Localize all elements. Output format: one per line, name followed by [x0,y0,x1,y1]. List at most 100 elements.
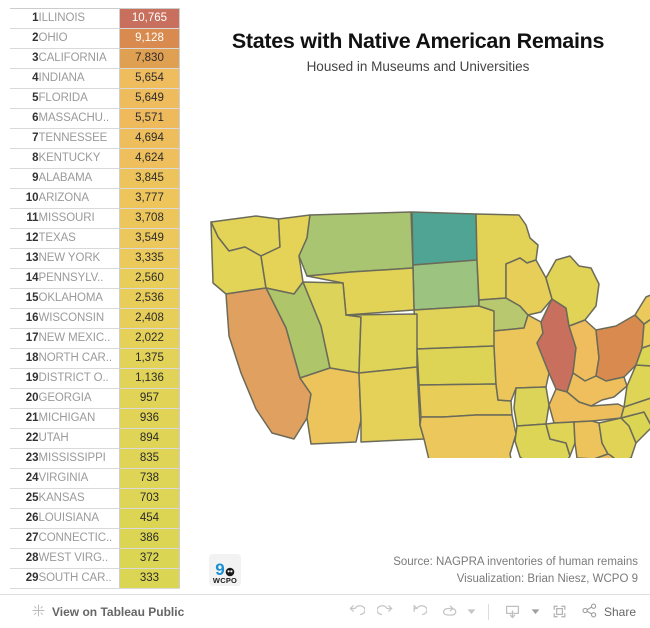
row-state-name: VIRGINIA [38,468,120,489]
table-row[interactable]: 4 INDIANA 5,654 [10,68,181,89]
table-row[interactable]: 11 MISSOURI 3,708 [10,208,181,229]
row-value: 936 [118,408,181,429]
row-state-name: PENNSYLV.. [38,268,120,289]
refresh-dropdown-caret-icon[interactable] [464,598,480,626]
table-row[interactable]: 27 CONNECTIC.. 386 [10,528,181,549]
table-row[interactable]: 14 PENNSYLV.. 2,560 [10,268,181,289]
row-value: 957 [118,388,181,409]
map-state-az[interactable] [299,367,362,445]
row-state-name: WEST VIRG.. [38,548,120,569]
us-map-svg[interactable] [196,208,650,458]
row-state-name: OKLAHOMA [38,288,120,309]
table-row[interactable]: 9 ALABAMA 3,845 [10,168,181,189]
tableau-logo-icon [31,603,46,621]
row-state-name: TEXAS [38,228,120,249]
refresh-icon[interactable] [433,598,464,626]
row-state-name: TENNESSEE [38,128,120,149]
row-rank: 10 [10,188,39,209]
map-state-tx[interactable] [419,414,517,458]
undo-icon[interactable] [340,598,371,626]
row-value: 4,624 [118,148,181,169]
title-block: States with Native American Remains Hous… [186,28,650,75]
row-rank: 11 [10,208,39,229]
row-value: 2,022 [118,328,181,349]
table-row[interactable]: 26 LOUISIANA 454 [10,508,181,529]
table-row[interactable]: 16 WISCONSIN 2,408 [10,308,181,329]
row-rank: 3 [10,48,39,69]
table-row[interactable]: 7 TENNESSEE 4,694 [10,128,181,149]
view-on-tableau-public-link[interactable]: View on Tableau Public [31,603,184,621]
row-state-name: WISCONSIN [38,308,120,329]
row-value: 5,571 [118,108,181,129]
row-state-name: CALIFORNIA [38,48,120,69]
row-state-name: DISTRICT O.. [38,368,120,389]
revert-icon[interactable] [402,598,433,626]
map-state-ar[interactable] [513,386,550,427]
row-value: 5,654 [118,68,181,89]
row-rank: 15 [10,288,39,309]
row-state-name: NORTH CAR.. [38,348,120,369]
share-button[interactable]: Share [575,602,640,622]
row-value: 3,777 [118,188,181,209]
us-choropleth-map[interactable] [196,208,650,458]
share-label: Share [603,604,636,619]
row-rank: 14 [10,268,39,289]
map-state-sd[interactable] [412,259,480,311]
table-row[interactable]: 10 ARIZONA 3,777 [10,188,181,209]
table-row[interactable]: 15 OKLAHOMA 2,536 [10,288,181,309]
table-row[interactable]: 2 OHIO 9,128 [10,28,181,49]
row-rank: 26 [10,508,39,529]
table-row[interactable]: 1 ILLINOIS 10,765 [10,8,181,29]
map-state-nm[interactable] [358,366,425,443]
row-value: 3,549 [118,228,181,249]
download-dropdown-caret-icon[interactable] [528,598,544,626]
map-state-ne[interactable] [413,305,498,350]
table-row[interactable]: 24 VIRGINIA 738 [10,468,181,489]
state-rank-table-body: 1 ILLINOIS 10,765 2 OHIO 9,128 3 CALIFORNIA 7,83… [10,8,181,589]
row-value: 2,560 [118,268,181,289]
table-row[interactable]: 18 NORTH CAR.. 1,375 [10,348,181,369]
row-state-name: OHIO [38,28,120,49]
table-row[interactable]: 13 NEW YORK 3,335 [10,248,181,269]
table-row[interactable]: 3 CALIFORNIA 7,830 [10,48,181,69]
map-state-ny[interactable] [634,284,650,325]
table-row[interactable]: 23 MISSISSIPPI 835 [10,448,181,469]
row-value: 2,536 [118,288,181,309]
row-state-name: ILLINOIS [38,8,120,29]
row-value: 4,694 [118,128,181,149]
row-value: 386 [118,528,181,549]
table-row[interactable]: 29 SOUTH CAR.. 333 [10,568,181,589]
row-state-name: MASSACHU.. [38,108,120,129]
caption-block: Source: NAGPRA inventories of human rema… [238,554,638,588]
view-on-tableau-public-label: View on Tableau Public [52,604,185,619]
table-row[interactable]: 28 WEST VIRG.. 372 [10,548,181,569]
row-state-name: ALABAMA [38,168,120,189]
fullscreen-icon[interactable] [544,598,575,626]
row-state-name: MISSOURI [38,208,120,229]
table-row[interactable]: 20 GEORGIA 957 [10,388,181,409]
map-state-nd[interactable] [411,211,478,266]
table-row[interactable]: 6 MASSACHU.. 5,571 [10,108,181,129]
table-row[interactable]: 25 KANSAS 703 [10,488,181,509]
row-rank: 25 [10,488,39,509]
table-row[interactable]: 22 UTAH 894 [10,428,181,449]
row-rank: 22 [10,428,39,449]
wcpo-logo-icon: 9 WCPO [209,554,241,586]
table-row[interactable]: 19 DISTRICT O.. 1,136 [10,368,181,389]
table-row[interactable]: 5 FLORIDA 5,649 [10,88,181,109]
row-rank: 16 [10,308,39,329]
redo-icon[interactable] [371,598,402,626]
table-row[interactable]: 17 NEW MEXIC.. 2,022 [10,328,181,349]
row-value: 333 [118,568,181,589]
table-row[interactable]: 8 KENTUCKY 4,624 [10,148,181,169]
row-value: 738 [118,468,181,489]
table-row[interactable]: 12 TEXAS 3,549 [10,228,181,249]
row-value: 9,128 [118,28,181,49]
table-row[interactable]: 21 MICHIGAN 936 [10,408,181,429]
map-state-ks[interactable] [416,345,497,386]
map-state-mt[interactable] [298,211,414,277]
row-value: 3,708 [118,208,181,229]
row-value: 2,408 [118,308,181,329]
row-rank: 8 [10,148,39,169]
download-icon[interactable] [497,598,528,626]
